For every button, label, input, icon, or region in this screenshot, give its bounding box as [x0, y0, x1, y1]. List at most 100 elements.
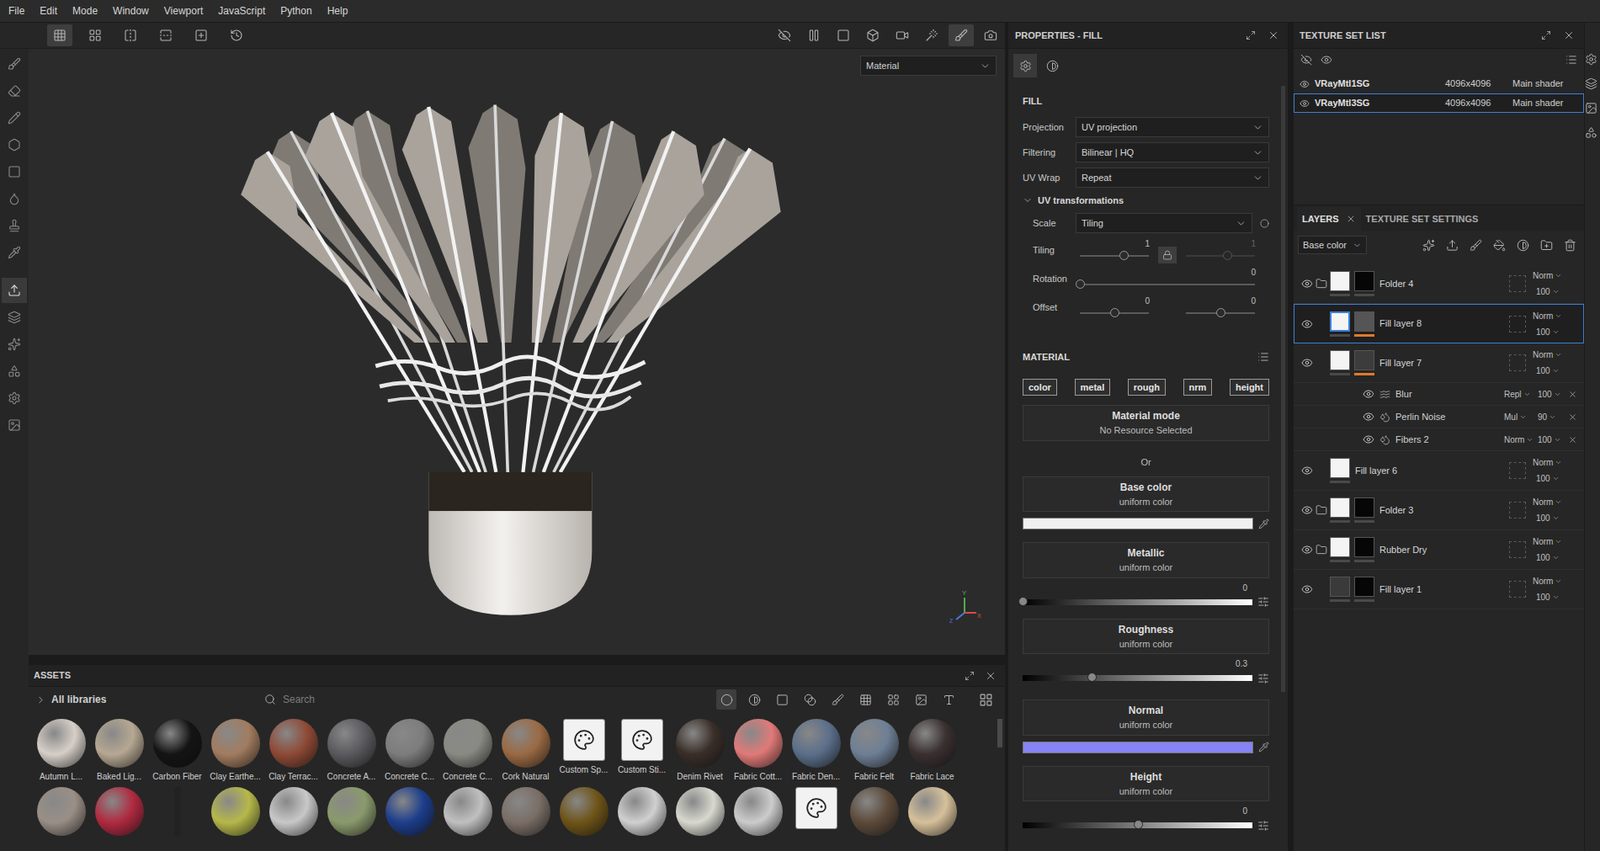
filter-button[interactable]: [744, 689, 765, 710]
color-swatch[interactable]: [1022, 517, 1254, 530]
asset-thumb[interactable]: [563, 718, 606, 761]
visibility-icon[interactable]: [1301, 356, 1313, 369]
layer-thumbnail[interactable]: [1329, 271, 1351, 292]
visibility-icon[interactable]: [1301, 543, 1313, 556]
menu-item[interactable]: Edit: [31, 3, 65, 19]
settings-icon[interactable]: [7, 391, 22, 405]
toolbar-button[interactable]: [801, 24, 827, 47]
asset-thumb[interactable]: [153, 718, 202, 768]
filter-button[interactable]: [716, 689, 737, 710]
random-icon[interactable]: [1257, 595, 1270, 608]
smart-masks-icon[interactable]: [803, 693, 817, 707]
toolbar-button[interactable]: [889, 24, 915, 47]
paint-layer-icon[interactable]: [1469, 239, 1483, 252]
menu-item[interactable]: Python: [272, 3, 319, 19]
asset-item[interactable]: Custom Sp...: [554, 718, 613, 783]
opacity[interactable]: 100: [1532, 551, 1579, 564]
texture-set-row[interactable]: VRayMtl1SG4096x4096Main shader: [1293, 74, 1585, 94]
geometry-icon[interactable]: [7, 138, 22, 152]
clone-icon[interactable]: [7, 218, 22, 233]
chevron-down-icon[interactable]: [1523, 390, 1531, 399]
select-box[interactable]: [1509, 501, 1526, 519]
slider[interactable]: 0: [1075, 295, 1154, 319]
asset-item[interactable]: Clay Earthe...: [206, 718, 265, 783]
layer-thumbnail[interactable]: [1329, 457, 1351, 479]
fill-layer-icon[interactable]: [1493, 239, 1506, 252]
layer-row[interactable]: Fill layer 7Norm100: [1293, 343, 1585, 383]
lock-button[interactable]: [1158, 246, 1177, 264]
channel-toggle[interactable]: height: [1229, 378, 1270, 396]
tool-button[interactable]: [1, 212, 27, 240]
mask-thumbnail[interactable]: [1354, 350, 1375, 371]
mask-thumbnail[interactable]: [1354, 536, 1375, 558]
visibility-icon[interactable]: [1301, 318, 1313, 330]
channel-toggle[interactable]: color: [1022, 378, 1058, 396]
asset-thumb[interactable]: [617, 786, 667, 836]
blend-mode[interactable]: Norm: [1532, 456, 1579, 469]
filter-button[interactable]: [827, 689, 848, 710]
select-box[interactable]: [1509, 541, 1526, 559]
tool-button[interactable]: [1, 185, 27, 213]
effect-icon[interactable]: [1379, 388, 1391, 400]
fonts-icon[interactable]: [942, 693, 956, 707]
remove-icon[interactable]: [1568, 412, 1578, 422]
chevron-down-icon[interactable]: [1252, 147, 1264, 159]
layer-thumbnail[interactable]: [1329, 497, 1351, 518]
layer-thumbnail[interactable]: [1329, 311, 1351, 332]
asset-item[interactable]: Concrete C...: [380, 718, 439, 783]
color-swatch[interactable]: [1022, 741, 1254, 754]
visibility-icon[interactable]: [1362, 388, 1375, 400]
visibility-icon[interactable]: [1301, 504, 1313, 516]
visibility-icon[interactable]: [1299, 98, 1310, 109]
map-slot[interactable]: Normaluniform color: [1022, 699, 1270, 736]
asset-thumb[interactable]: [95, 786, 144, 836]
effect-icon[interactable]: [1379, 434, 1391, 446]
info-icon[interactable]: [1259, 218, 1270, 229]
asset-item[interactable]: Fabric Cott...: [728, 718, 787, 783]
eraser-icon[interactable]: [7, 84, 22, 98]
property-tab[interactable]: [1040, 53, 1064, 78]
brushes-icon[interactable]: [831, 693, 845, 707]
value-slider[interactable]: 0: [1022, 582, 1270, 611]
random-icon[interactable]: [1257, 672, 1270, 685]
menu-item[interactable]: Viewport: [156, 3, 211, 19]
layer-row[interactable]: Folder 3Norm100: [1293, 490, 1585, 531]
smart-materials-icon[interactable]: [748, 693, 761, 707]
library-selector[interactable]: All libraries: [35, 691, 255, 707]
asset-item[interactable]: [264, 786, 323, 836]
asset-thumb[interactable]: [675, 786, 725, 836]
grid-view-icon[interactable]: [978, 692, 994, 707]
projection-icon[interactable]: [7, 111, 22, 125]
opacity[interactable]: 100: [1537, 433, 1569, 447]
close-icon[interactable]: [1267, 29, 1280, 42]
toolbar-button[interactable]: [948, 24, 974, 47]
close-icon[interactable]: [1345, 213, 1356, 224]
asset-item[interactable]: [554, 786, 613, 836]
camera-view-icon[interactable]: [895, 28, 909, 43]
opacity[interactable]: 100: [1532, 511, 1579, 525]
chevron-down-icon[interactable]: [1552, 553, 1560, 562]
asset-thumb[interactable]: [795, 786, 838, 830]
chevron-down-icon[interactable]: [1553, 390, 1562, 399]
uv-section-header[interactable]: UV transformations: [1022, 190, 1270, 211]
smart-material-icon[interactable]: [805, 797, 828, 819]
asset-item[interactable]: [786, 786, 846, 836]
polygon-fill-icon[interactable]: [7, 164, 22, 179]
toolbar-button[interactable]: [82, 24, 108, 47]
asset-item[interactable]: Fabric Den...: [786, 718, 846, 783]
effect-row[interactable]: Perlin NoiseMul90: [1293, 405, 1585, 429]
pipette-icon[interactable]: [1258, 518, 1270, 530]
tool-button[interactable]: [1, 50, 27, 78]
select-box[interactable]: [1509, 462, 1526, 479]
blend-mode[interactable]: Norm: [1532, 269, 1579, 282]
lock-icon[interactable]: [1162, 249, 1173, 261]
textures-icon[interactable]: [859, 693, 872, 707]
menu-item[interactable]: File: [0, 3, 32, 19]
chevron-down-icon[interactable]: [1525, 435, 1534, 444]
cube-icon[interactable]: [866, 28, 880, 43]
asset-thumb[interactable]: [733, 786, 783, 836]
asset-item[interactable]: [206, 786, 265, 836]
panel-tab[interactable]: TEXTURE SET SETTINGS: [1360, 207, 1484, 231]
chevron-down-icon[interactable]: [1552, 474, 1560, 483]
asset-thumb[interactable]: [733, 718, 783, 768]
